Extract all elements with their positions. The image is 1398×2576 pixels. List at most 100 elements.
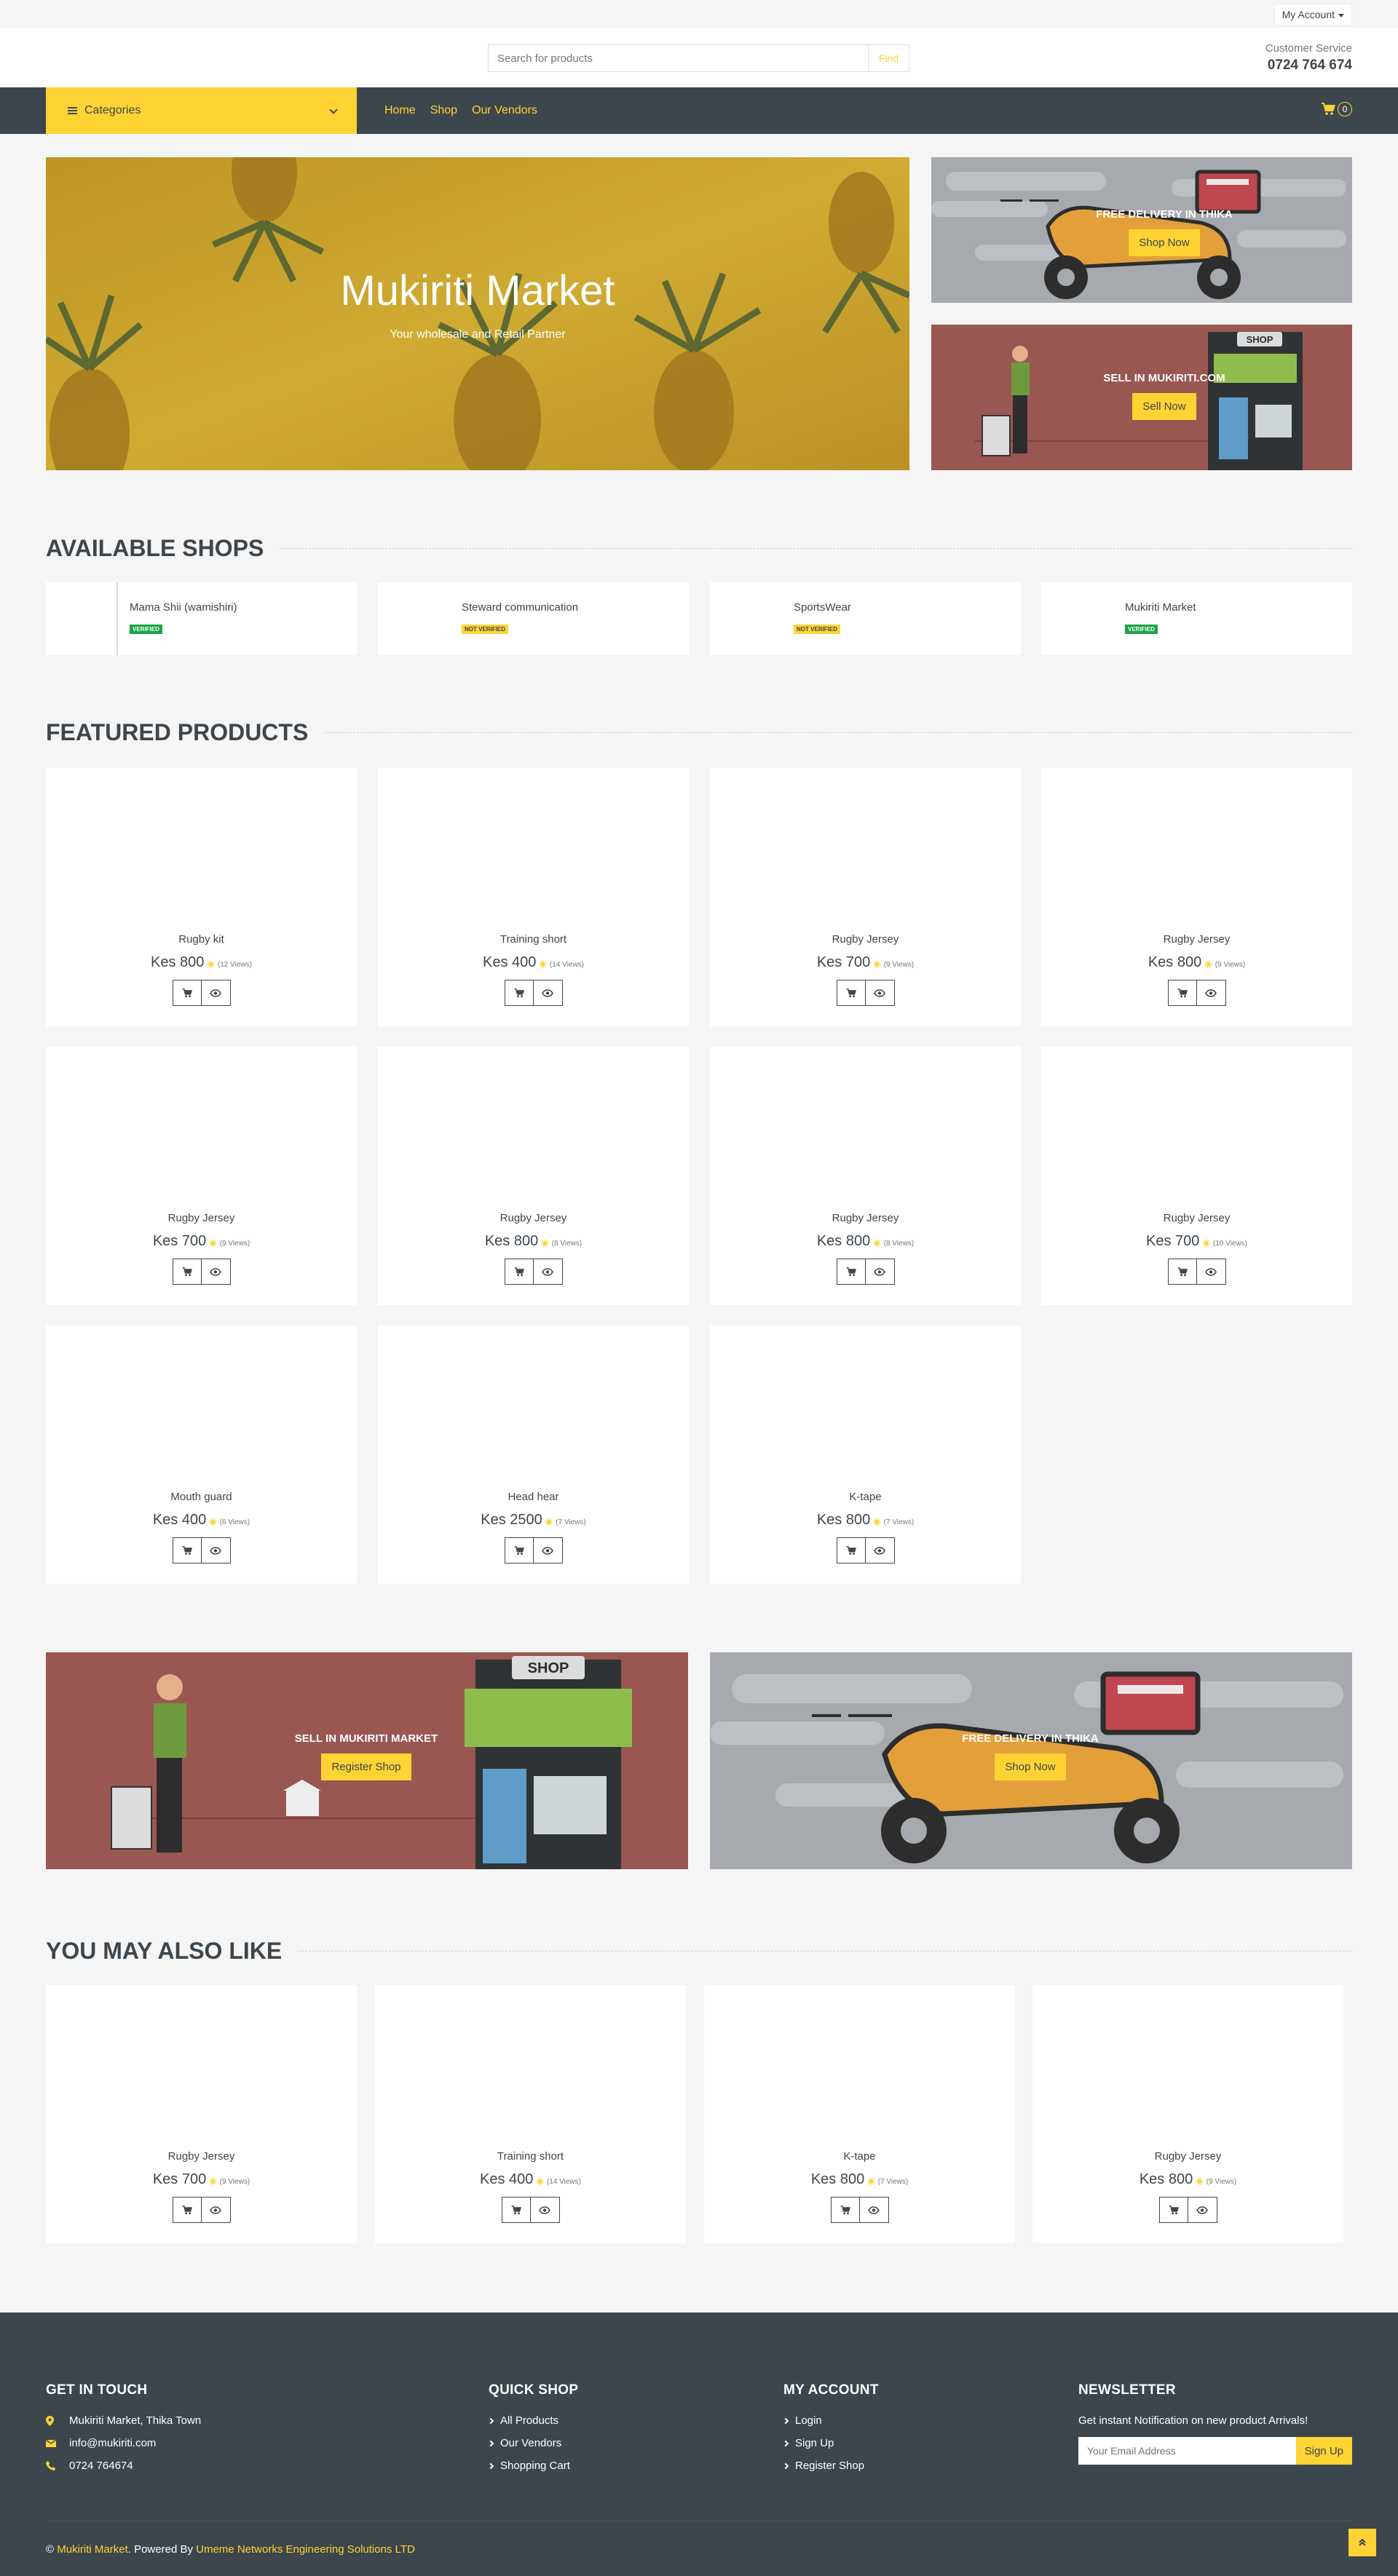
- banner-sell[interactable]: SHOP SELL IN MUKIRITI MARKET Register Sh…: [46, 1652, 688, 1869]
- view-product-button[interactable]: [859, 2197, 889, 2223]
- promo-sell[interactable]: SHOP SELL IN MUKIRITI.COM Sell Now: [931, 325, 1352, 470]
- product-name[interactable]: Head hear: [378, 1491, 689, 1503]
- copyright-brand-link[interactable]: Mukiriti Market: [57, 2543, 128, 2556]
- email-text[interactable]: info@mukiriti.com: [69, 2437, 156, 2449]
- view-product-button[interactable]: [530, 2197, 560, 2223]
- add-to-cart-button[interactable]: [836, 1537, 866, 1564]
- footer-link-register-shop[interactable]: Register Shop: [782, 2460, 879, 2472]
- view-product-button[interactable]: [201, 980, 231, 1006]
- view-product-button[interactable]: [865, 1537, 895, 1564]
- add-to-cart-button[interactable]: [501, 2197, 531, 2223]
- footer-link-all-products[interactable]: All Products: [487, 2414, 578, 2427]
- footer-link-login[interactable]: Login: [782, 2414, 879, 2427]
- product-name[interactable]: Rugby Jersey: [1041, 1212, 1352, 1224]
- add-to-cart-button[interactable]: [504, 980, 534, 1006]
- product-card[interactable]: Rugby Jersey Kes 700 ◉ (9 Views): [46, 1047, 357, 1305]
- search-input[interactable]: [489, 45, 868, 71]
- product-name[interactable]: Rugby Jersey: [1032, 2150, 1343, 2163]
- product-name[interactable]: K-tape: [704, 2150, 1015, 2163]
- footer-link-signup[interactable]: Sign Up: [782, 2437, 879, 2449]
- view-product-button[interactable]: [201, 1259, 231, 1285]
- add-to-cart-button[interactable]: [836, 980, 866, 1006]
- view-product-button[interactable]: [865, 1259, 895, 1285]
- nav-link-vendors[interactable]: Our Vendors: [472, 104, 537, 117]
- view-product-button[interactable]: [1188, 2197, 1217, 2223]
- banner-free-delivery[interactable]: FREE DELIVERY IN THIKA Shop Now: [710, 1652, 1352, 1869]
- cart-button[interactable]: 0: [1321, 102, 1352, 116]
- view-product-button[interactable]: [865, 980, 895, 1006]
- view-product-button[interactable]: [533, 1537, 563, 1564]
- add-to-cart-button[interactable]: [504, 1259, 534, 1285]
- product-name[interactable]: Mouth guard: [46, 1491, 357, 1503]
- product-card[interactable]: Rugby kit Kes 800 ◉ (12 Views): [46, 768, 357, 1026]
- add-to-cart-button[interactable]: [172, 1537, 202, 1564]
- add-to-cart-button[interactable]: [836, 1259, 866, 1285]
- add-to-cart-button[interactable]: [504, 1537, 534, 1564]
- product-card[interactable]: Rugby Jersey Kes 800 ◉ (8 Views): [378, 1047, 689, 1305]
- shop-now-button[interactable]: Shop Now: [995, 1753, 1066, 1780]
- eye-icon: [539, 2206, 550, 2214]
- add-to-cart-button[interactable]: [172, 2197, 202, 2223]
- back-to-top-button[interactable]: [1348, 2529, 1376, 2556]
- product-card[interactable]: Rugby Jersey Kes 700 ◉ (9 Views): [710, 768, 1021, 1026]
- status-badge: VERIFIED: [1125, 625, 1158, 634]
- categories-toggle[interactable]: Categories: [46, 87, 357, 134]
- footer-link-vendors[interactable]: Our Vendors: [487, 2437, 578, 2449]
- add-to-cart-button[interactable]: [1167, 980, 1197, 1006]
- shop-card[interactable]: Mama Shii (wamishiri) VERIFIED: [46, 582, 357, 655]
- sell-now-button[interactable]: Sell Now: [1132, 393, 1196, 420]
- view-product-button[interactable]: [201, 2197, 231, 2223]
- product-card[interactable]: K-tape Kes 800 ◉ (7 Views): [710, 1325, 1021, 1584]
- product-name[interactable]: K-tape: [710, 1491, 1021, 1503]
- product-card[interactable]: Training short Kes 400 ◉ (14 Views): [378, 768, 689, 1026]
- shop-now-button[interactable]: Shop Now: [1129, 229, 1200, 256]
- nav-link-shop[interactable]: Shop: [430, 104, 457, 117]
- product-name[interactable]: Training short: [375, 2150, 686, 2163]
- product-card[interactable]: Rugby Jersey Kes 800 ◉ (9 Views): [1032, 1985, 1343, 2243]
- hero-carousel[interactable]: Mukiriti Market Your wholesale and Retai…: [46, 157, 909, 470]
- view-product-button[interactable]: [1196, 1259, 1226, 1285]
- footer-link-cart[interactable]: Shopping Cart: [487, 2460, 578, 2472]
- product-card[interactable]: Mouth guard Kes 400 ◉ (6 Views): [46, 1325, 357, 1584]
- view-product-button[interactable]: [533, 980, 563, 1006]
- product-name[interactable]: Rugby Jersey: [710, 1212, 1021, 1224]
- product-card[interactable]: Head hear Kes 2500 ◉ (7 Views): [378, 1325, 689, 1584]
- product-card[interactable]: Rugby Jersey Kes 700 ◉ (9 Views): [46, 1985, 357, 2243]
- shop-card[interactable]: Mukiriti Market VERIFIED: [1041, 582, 1352, 655]
- product-name[interactable]: Rugby Jersey: [46, 2150, 357, 2163]
- product-views: (6 Views): [219, 1518, 250, 1526]
- view-product-button[interactable]: [533, 1259, 563, 1285]
- product-name[interactable]: Rugby Jersey: [1041, 933, 1352, 946]
- phone-text[interactable]: 0724 764674: [69, 2460, 133, 2472]
- search-button[interactable]: Find: [868, 45, 909, 71]
- product-card[interactable]: Training short Kes 400 ◉ (14 Views): [375, 1985, 686, 2243]
- register-shop-button[interactable]: Register Shop: [321, 1753, 411, 1780]
- add-to-cart-button[interactable]: [172, 1259, 202, 1285]
- view-product-button[interactable]: [201, 1537, 231, 1564]
- promo-free-delivery[interactable]: FREE DELIVERY IN THIKA Shop Now: [931, 157, 1352, 303]
- my-account-dropdown[interactable]: My Account: [1273, 4, 1352, 25]
- product-name[interactable]: Rugby Jersey: [710, 933, 1021, 946]
- product-card[interactable]: K-tape Kes 800 ◉ (7 Views): [704, 1985, 1015, 2243]
- navbar: Categories Home Shop Our Vendors 0: [0, 87, 1398, 134]
- product-name[interactable]: Rugby Jersey: [46, 1212, 357, 1224]
- add-to-cart-button[interactable]: [1158, 2197, 1188, 2223]
- product-card[interactable]: Rugby Jersey Kes 700 ◉ (10 Views): [1041, 1047, 1352, 1305]
- add-to-cart-button[interactable]: [172, 980, 202, 1006]
- powered-company-link[interactable]: Umeme Networks Engineering Solutions LTD: [196, 2543, 415, 2556]
- product-card[interactable]: Rugby Jersey Kes 800 ◉ (8 Views): [710, 1047, 1021, 1305]
- footer-account: MY ACCOUNT Login Sign Up Register Shop: [782, 2382, 879, 2482]
- add-to-cart-button[interactable]: [1167, 1259, 1197, 1285]
- nav-link-home[interactable]: Home: [384, 104, 416, 117]
- shop-card[interactable]: Steward communication NOT VERIFIED: [378, 582, 689, 655]
- footer-email: info@mukiriti.com: [46, 2437, 201, 2449]
- shop-card[interactable]: SportsWear NOT VERIFIED: [710, 582, 1021, 655]
- view-product-button[interactable]: [1196, 980, 1226, 1006]
- product-card[interactable]: Rugby Jersey Kes 800 ◉ (9 Views): [1041, 768, 1352, 1026]
- newsletter-email-input[interactable]: [1078, 2437, 1296, 2465]
- product-name[interactable]: Training short: [378, 933, 689, 946]
- product-name[interactable]: Rugby kit: [46, 933, 357, 946]
- add-to-cart-button[interactable]: [830, 2197, 860, 2223]
- product-name[interactable]: Rugby Jersey: [378, 1212, 689, 1224]
- newsletter-signup-button[interactable]: Sign Up: [1295, 2437, 1352, 2465]
